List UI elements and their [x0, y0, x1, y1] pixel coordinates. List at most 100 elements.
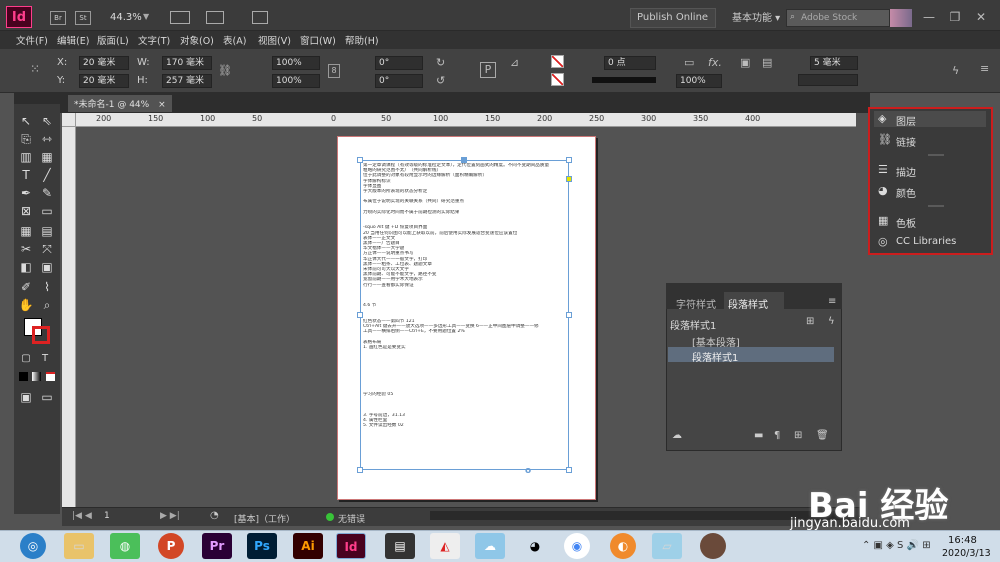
view-options-icon[interactable]	[170, 11, 190, 24]
publish-online-button[interactable]: Publish Online	[630, 8, 716, 28]
panel-cc-libraries[interactable]: CC Libraries	[896, 236, 956, 247]
cloud-icon[interactable]: ☁	[672, 430, 682, 441]
frame-handle[interactable]	[357, 312, 363, 318]
delete-style-icon[interactable]: 🗑	[816, 430, 829, 441]
apply-none-icon[interactable]	[46, 372, 55, 381]
photoshop-icon[interactable]: Ps	[247, 533, 277, 559]
tab-paragraph-styles[interactable]: 段落样式	[728, 296, 768, 311]
tab-close-icon[interactable]: ×	[158, 100, 166, 110]
menu-help[interactable]: 帮助(H)	[345, 33, 379, 47]
bridge-button[interactable]: Br	[50, 11, 66, 25]
clear-overrides-icon[interactable]: ϟ	[828, 316, 835, 327]
illustrator-icon[interactable]: Ai	[293, 533, 323, 559]
qq-icon[interactable]: ◕	[520, 533, 550, 559]
rotate-field[interactable]: 0°	[375, 56, 423, 70]
menu-window[interactable]: 窗口(W)	[300, 33, 336, 47]
screen-mode-icon[interactable]	[206, 11, 224, 24]
scissors-tool-icon[interactable]: ✂	[17, 240, 35, 258]
frame-handle[interactable]	[357, 157, 363, 163]
apply-gradient-icon[interactable]	[32, 372, 41, 381]
direct-selection-tool-icon[interactable]: ⇖	[38, 112, 56, 130]
menu-view[interactable]: 视图(V)	[258, 33, 291, 47]
ruler-origin[interactable]	[62, 113, 76, 127]
text-frame[interactable]	[360, 160, 569, 470]
next-page-icon[interactable]: ▶ ▶|	[160, 511, 180, 521]
hand-tool-icon[interactable]: ✋	[17, 296, 35, 314]
flip-icon[interactable]: ⊿	[510, 56, 519, 69]
quick-apply-icon[interactable]: ϟ	[952, 64, 959, 77]
zoom-dropdown-icon[interactable]: ▼	[143, 12, 149, 21]
selection-tool-icon[interactable]: ↖	[17, 112, 35, 130]
powerpoint-icon[interactable]: P	[158, 533, 184, 559]
stock-button[interactable]: St	[75, 11, 91, 25]
gradient-feather-tool-icon[interactable]: ▣	[38, 258, 56, 276]
type-on-path-icon[interactable]: P	[480, 62, 496, 78]
browser-icon[interactable]: ◐	[610, 533, 636, 559]
menu-file[interactable]: 文件(F)	[16, 33, 48, 47]
style-options-icon[interactable]: ¶	[774, 430, 780, 441]
stroke-swatch-icon[interactable]	[551, 73, 564, 86]
create-style-group-icon[interactable]: ⊞	[806, 316, 814, 327]
style-list-item[interactable]: [基本段落]	[668, 332, 834, 349]
type-tool-icon[interactable]: T	[17, 166, 35, 184]
explorer-icon[interactable]: ▭	[64, 533, 94, 559]
stock-search-input[interactable]: Adobe Stock	[786, 9, 890, 27]
menu-layout[interactable]: 版面(L)	[97, 33, 129, 47]
media-player-icon[interactable]: ▤	[385, 533, 415, 559]
minimize-button[interactable]: —	[918, 8, 940, 26]
view-mode-icon[interactable]: ▣	[17, 388, 35, 406]
preflight-profile[interactable]: [基本]（工作）	[234, 512, 295, 525]
menu-type[interactable]: 文字(T)	[138, 33, 170, 47]
chrome-icon[interactable]: ◉	[564, 533, 590, 559]
cloud-app-icon[interactable]: ☁	[475, 533, 505, 559]
style-list-item-selected[interactable]: 段落样式1	[668, 347, 834, 364]
gap-tool-icon[interactable]: ⇿	[38, 130, 56, 148]
rotate-ccw-icon[interactable]: ↺	[436, 74, 445, 87]
formatting-text-icon[interactable]: T	[36, 350, 54, 368]
screen-mode-tool-icon[interactable]: ▭	[38, 388, 56, 406]
apply-color-icon[interactable]	[19, 372, 28, 381]
notes-icon[interactable]: ▱	[652, 533, 682, 559]
tab-character-styles[interactable]: 字符样式	[676, 296, 716, 311]
frame-handle[interactable]	[461, 157, 467, 163]
start-button[interactable]: ◎	[20, 533, 46, 559]
rotate-cw-icon[interactable]: ↻	[436, 56, 445, 69]
zoom-level[interactable]: 44.3%	[110, 12, 142, 23]
clock-date[interactable]: 2020/3/13	[942, 548, 991, 559]
eyedropper-tool-icon[interactable]: ⌇	[38, 278, 56, 296]
height-field[interactable]: 257 毫米	[162, 74, 212, 88]
avatar-app-icon[interactable]	[700, 533, 726, 559]
rectangle-frame-tool-icon[interactable]: ⊠	[17, 202, 35, 220]
gradient-tool-icon[interactable]: ◧	[17, 258, 35, 276]
pen-tool-icon[interactable]: ✒	[17, 184, 35, 202]
document-tab[interactable]: *未命名-1 @ 44% ×	[68, 95, 172, 112]
x-field[interactable]: 20 毫米	[79, 56, 129, 70]
panel-layers[interactable]: 图层	[896, 113, 916, 128]
gap-option-dropdown[interactable]	[798, 74, 858, 86]
scale-x-field[interactable]: 100%	[272, 56, 320, 70]
arrange-documents-icon[interactable]	[252, 11, 268, 24]
app-icon[interactable]: ◭	[430, 533, 460, 559]
frame-handle[interactable]	[357, 467, 363, 473]
new-style-icon[interactable]: ⊞	[794, 430, 802, 441]
first-page-icon[interactable]: |◀ ◀	[72, 511, 92, 521]
frame-handle[interactable]	[566, 312, 572, 318]
text-wrap-icon[interactable]: ▤	[762, 56, 772, 69]
preflight-icon[interactable]: ◔	[210, 510, 219, 521]
frame-handle[interactable]	[566, 157, 572, 163]
stroke-color-icon[interactable]	[32, 326, 50, 344]
width-field[interactable]: 170 毫米	[162, 56, 212, 70]
stroke-weight-field[interactable]: 0 点	[604, 56, 656, 70]
restore-button[interactable]: ❐	[944, 8, 966, 26]
indesign-icon[interactable]: Id	[336, 533, 366, 559]
fill-swatch-icon[interactable]	[551, 55, 564, 68]
panel-menu-icon[interactable]: ≡	[828, 296, 836, 307]
wechat-icon[interactable]: ◍	[110, 533, 140, 559]
rectangle-tool-icon[interactable]: ▭	[38, 202, 56, 220]
panel-menu-icon[interactable]: ≡	[980, 62, 989, 75]
content-collector-icon[interactable]: ▥	[17, 148, 35, 166]
frame-overset-icon[interactable]: o	[525, 466, 531, 476]
page-number-field[interactable]: 1	[104, 511, 110, 521]
grid-tool-icon[interactable]: ▤	[38, 222, 56, 240]
reference-point-icon[interactable]: ⁙	[30, 62, 40, 76]
